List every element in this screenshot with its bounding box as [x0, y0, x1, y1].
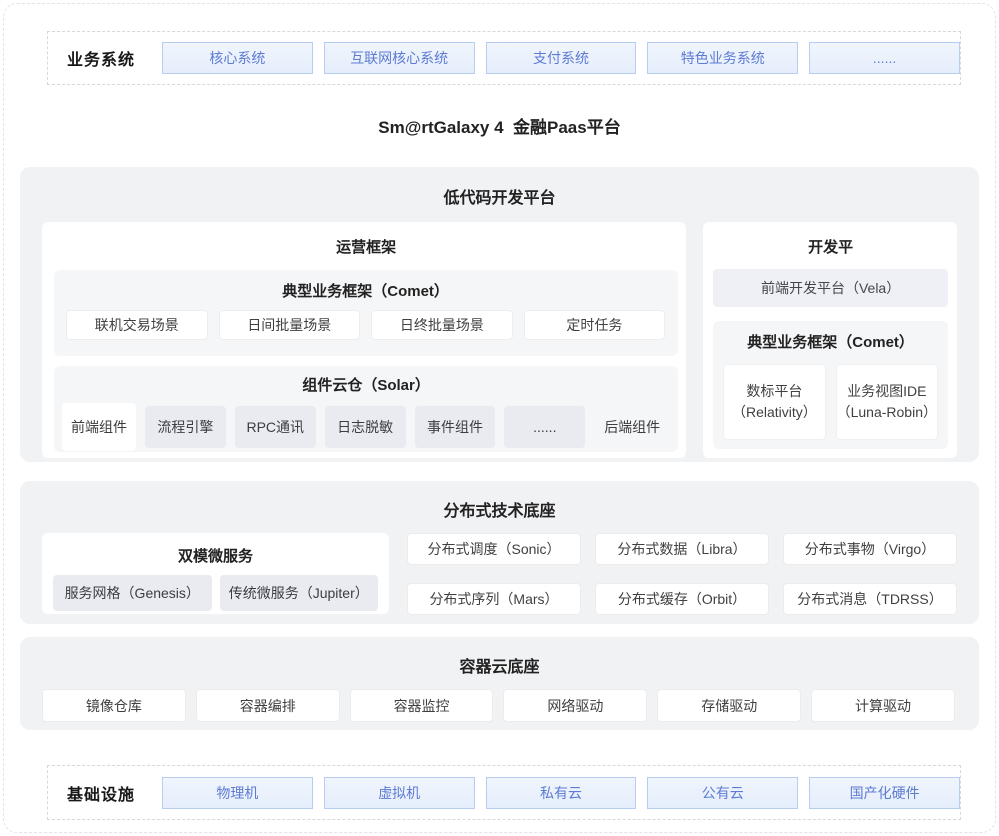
vela-frontend-platform-chip: 前端开发平台（Vela） — [713, 269, 948, 307]
dev-tool-codename: （Luna-Robin） — [837, 402, 937, 423]
container-capability-box: 计算驱动 — [811, 689, 955, 722]
comet-framework-panel: 典型业务框架（Comet） 联机交易场景日间批量场景日终批量场景定时任务 — [54, 270, 678, 356]
container-capability-box: 容器监控 — [350, 689, 494, 722]
infrastructure-box: 公有云 — [647, 777, 798, 809]
solar-component-chip: 日志脱敏 — [325, 406, 406, 448]
microservice-chip: 服务网格（Genesis） — [53, 575, 212, 611]
solar-warehouse-panel: 组件云仓（Solar） 前端组件 流程引擎RPC通讯日志脱敏事件组件......… — [54, 366, 678, 452]
comet-scenario-box: 联机交易场景 — [66, 310, 208, 340]
lowcode-body: 运营框架 典型业务框架（Comet） 联机交易场景日间批量场景日终批量场景定时任… — [42, 222, 957, 458]
front-component-box: 前端组件 — [62, 403, 136, 451]
infrastructure-row: 基础设施 物理机虚拟机私有云公有云国产化硬件 — [47, 765, 961, 820]
operation-framework-title: 运营框架 — [54, 236, 678, 257]
container-capability-box: 容器编排 — [196, 689, 340, 722]
business-system-box: 互联网核心系统 — [324, 42, 475, 74]
business-system-box: 特色业务系统 — [647, 42, 798, 74]
distributed-body: 双模微服务 服务网格（Genesis）传统微服务（Jupiter） 分布式调度（… — [42, 533, 957, 615]
business-system-box: ...... — [809, 42, 960, 74]
business-system-box: 核心系统 — [162, 42, 313, 74]
solar-component-chip: 事件组件 — [415, 406, 496, 448]
lowcode-platform-title: 低代码开发平台 — [20, 184, 979, 208]
infrastructure-items: 物理机虚拟机私有云公有云国产化硬件 — [162, 777, 960, 809]
dev-tool-name: 业务视图IDE — [847, 381, 926, 402]
solar-warehouse-title: 组件云仓（Solar） — [62, 374, 670, 395]
business-systems-row: 业务系统 核心系统互联网核心系统支付系统特色业务系统...... — [47, 31, 961, 85]
infrastructure-label: 基础设施 — [67, 781, 143, 805]
comet-scenario-box: 日终批量场景 — [371, 310, 513, 340]
dual-mode-title: 双模微服务 — [50, 545, 381, 566]
dev-comet-items: 数标平台 （Relativity） 业务视图IDE （Luna-Robin） — [723, 364, 938, 440]
business-system-box: 支付系统 — [486, 42, 637, 74]
infrastructure-box: 虚拟机 — [324, 777, 475, 809]
distributed-service-box: 分布式调度（Sonic） — [407, 533, 581, 565]
comet-framework-title: 典型业务框架（Comet） — [66, 280, 665, 301]
container-capability-box: 镜像仓库 — [42, 689, 186, 722]
distributed-base-title: 分布式技术底座 — [20, 497, 979, 521]
back-component-label: 后端组件 — [594, 417, 670, 437]
distributed-services-grid: 分布式调度（Sonic） 分布式数据（Libra） 分布式事物（Virgo） 分布式序… — [407, 533, 957, 615]
lowcode-platform-panel: 低代码开发平台 运营框架 典型业务框架（Comet） 联机交易场景日间批量场景日… — [20, 167, 979, 462]
dev-tool-card: 数标平台 （Relativity） — [723, 364, 825, 440]
container-cloud-title: 容器云底座 — [20, 653, 979, 677]
business-systems-items: 核心系统互联网核心系统支付系统特色业务系统...... — [162, 42, 960, 74]
dev-comet-panel: 典型业务框架（Comet） 数标平台 （Relativity） 业务视图IDE … — [713, 321, 948, 449]
dev-tool-name: 数标平台 — [746, 381, 802, 402]
comet-scenario-box: 日间批量场景 — [219, 310, 361, 340]
solar-components-row: 前端组件 流程引擎RPC通讯日志脱敏事件组件...... 后端组件 — [62, 403, 670, 451]
distributed-service-box: 分布式事物（Virgo） — [783, 533, 957, 565]
solar-component-chip: ...... — [504, 406, 585, 448]
solar-component-chip: 流程引擎 — [145, 406, 226, 448]
distributed-base-panel: 分布式技术底座 双模微服务 服务网格（Genesis）传统微服务（Jupiter… — [20, 481, 979, 624]
container-cloud-panel: 容器云底座 镜像仓库容器编排容器监控网络驱动存储驱动计算驱动 — [20, 637, 979, 730]
dev-platform-card: 开发平 前端开发平台（Vela） 典型业务框架（Comet） 数标平台 （Rel… — [703, 222, 957, 458]
solar-component-chip: RPC通讯 — [235, 406, 316, 448]
operation-framework-card: 运营框架 典型业务框架（Comet） 联机交易场景日间批量场景日终批量场景定时任… — [42, 222, 686, 458]
microservice-chip: 传统微服务（Jupiter） — [220, 575, 379, 611]
distributed-service-box: 分布式序列（Mars） — [407, 583, 581, 615]
dev-tool-codename: （Relativity） — [732, 402, 817, 423]
container-cloud-cards: 镜像仓库容器编排容器监控网络驱动存储驱动计算驱动 — [42, 689, 955, 722]
comet-scenario-items: 联机交易场景日间批量场景日终批量场景定时任务 — [66, 310, 665, 340]
container-capability-box: 存储驱动 — [657, 689, 801, 722]
comet-scenario-box: 定时任务 — [524, 310, 666, 340]
container-capability-box: 网络驱动 — [503, 689, 647, 722]
distributed-service-box: 分布式缓存（Orbit） — [595, 583, 769, 615]
dual-mode-chips: 服务网格（Genesis）传统微服务（Jupiter） — [50, 575, 381, 611]
architecture-diagram: 业务系统 核心系统互联网核心系统支付系统特色业务系统...... Sm@rtGa… — [3, 3, 996, 833]
infrastructure-box: 私有云 — [486, 777, 637, 809]
platform-title: Sm@rtGalaxy 4 金融Paas平台 — [4, 113, 995, 137]
solar-chip-strip: 流程引擎RPC通讯日志脱敏事件组件...... — [145, 406, 585, 448]
infrastructure-box: 物理机 — [162, 777, 313, 809]
dev-comet-title: 典型业务框架（Comet） — [723, 331, 938, 352]
business-systems-label: 业务系统 — [67, 46, 143, 70]
dev-platform-title: 开发平 — [713, 236, 948, 257]
distributed-service-box: 分布式数据（Libra） — [595, 533, 769, 565]
distributed-service-box: 分布式消息（TDRSS） — [783, 583, 957, 615]
dev-tool-card: 业务视图IDE （Luna-Robin） — [836, 364, 938, 440]
dual-mode-microservice-card: 双模微服务 服务网格（Genesis）传统微服务（Jupiter） — [42, 533, 389, 614]
infrastructure-box: 国产化硬件 — [809, 777, 960, 809]
